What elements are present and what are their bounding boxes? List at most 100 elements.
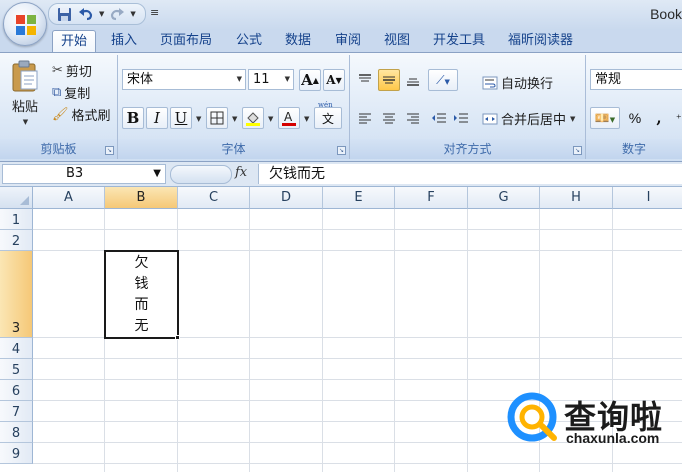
formula-input[interactable]: 欠钱而无 bbox=[258, 164, 682, 184]
align-center-button[interactable] bbox=[378, 107, 400, 129]
align-left-button[interactable] bbox=[354, 107, 376, 129]
customize-toolbar-icon[interactable]: ≡ bbox=[150, 6, 159, 19]
underline-button[interactable]: U bbox=[170, 107, 192, 129]
chevron-down-icon[interactable]: ▼ bbox=[153, 165, 161, 183]
quick-access-toolbar: ▼ ▼ bbox=[48, 3, 146, 25]
formula-bar: B3 ▼ fx 欠钱而无 bbox=[0, 162, 682, 187]
tab-formulas[interactable]: 公式 bbox=[228, 30, 270, 52]
borders-button[interactable] bbox=[206, 107, 228, 129]
paste-button[interactable]: 粘贴 ▼ bbox=[6, 59, 44, 126]
tab-developer[interactable]: 开发工具 bbox=[425, 30, 493, 52]
increase-decimal-button[interactable]: ⁺₀ bbox=[670, 107, 682, 129]
row-header-5[interactable]: 5 bbox=[0, 359, 33, 380]
tab-foxit-reader[interactable]: 福昕阅读器 bbox=[500, 30, 581, 52]
decrease-indent-button[interactable] bbox=[428, 107, 450, 129]
cell-char: 而 bbox=[134, 296, 149, 313]
brush-icon: 🖌 bbox=[52, 107, 69, 122]
font-name-select[interactable]: 宋体 ▼ bbox=[122, 69, 246, 90]
active-cell-b3[interactable]: 欠 钱 而 无 bbox=[104, 250, 179, 339]
align-middle-icon bbox=[383, 76, 395, 84]
row-header-9[interactable]: 9 bbox=[0, 443, 33, 464]
office-button[interactable] bbox=[3, 2, 47, 46]
font-size-select[interactable]: 11 ▼ bbox=[248, 69, 294, 90]
font-color-button[interactable]: A bbox=[278, 107, 300, 129]
align-top-button[interactable] bbox=[354, 69, 376, 91]
phonetic-button[interactable]: wén 文 bbox=[314, 101, 342, 129]
italic-button[interactable]: I bbox=[146, 107, 168, 129]
fill-color-button[interactable] bbox=[242, 107, 264, 129]
alignment-launcher-icon[interactable]: ↘ bbox=[573, 146, 582, 155]
fill-handle[interactable] bbox=[175, 335, 180, 340]
merge-center-button[interactable]: 合并后居中 ▼ bbox=[482, 109, 575, 128]
tab-view[interactable]: 视图 bbox=[376, 30, 418, 52]
cut-button[interactable]: ✂ 剪切 bbox=[52, 61, 92, 80]
tab-review[interactable]: 审阅 bbox=[327, 30, 369, 52]
clipboard-launcher-icon[interactable]: ↘ bbox=[105, 146, 114, 155]
bold-button[interactable]: B bbox=[122, 107, 144, 129]
column-header-f[interactable]: F bbox=[395, 187, 468, 209]
font-group-label: 字体 bbox=[118, 139, 349, 159]
select-all-button[interactable] bbox=[0, 187, 33, 209]
gridline bbox=[394, 209, 395, 472]
row-header-6[interactable]: 6 bbox=[0, 380, 33, 401]
comma-button[interactable]: , bbox=[648, 107, 670, 129]
row-header-1[interactable]: 1 bbox=[0, 209, 33, 230]
row-header-2[interactable]: 2 bbox=[0, 230, 33, 251]
insert-function-icon[interactable]: fx bbox=[235, 165, 247, 180]
cell-char: 欠 bbox=[134, 254, 149, 271]
tab-home[interactable]: 开始 bbox=[52, 30, 97, 52]
column-header-i[interactable]: I bbox=[613, 187, 682, 209]
font-color-dropdown-icon[interactable]: ▼ bbox=[304, 115, 309, 123]
shrink-font-button[interactable]: A ▼ bbox=[323, 69, 345, 91]
formula-bar-splitter[interactable] bbox=[170, 165, 232, 184]
undo-dropdown-icon[interactable]: ▼ bbox=[99, 10, 104, 18]
column-header-c[interactable]: C bbox=[178, 187, 250, 209]
column-header-g[interactable]: G bbox=[468, 187, 540, 209]
name-box[interactable]: B3 ▼ bbox=[2, 164, 166, 184]
tab-page-layout[interactable]: 页面布局 bbox=[152, 30, 220, 52]
currency-button[interactable]: 💴▼ bbox=[590, 107, 620, 129]
wrap-text-button[interactable]: 自动换行 bbox=[482, 73, 553, 92]
tab-insert[interactable]: 插入 bbox=[103, 30, 145, 52]
row-header-7[interactable]: 7 bbox=[0, 401, 33, 422]
increase-indent-icon bbox=[454, 113, 468, 123]
bold-label: B bbox=[126, 109, 140, 127]
increase-indent-button[interactable] bbox=[450, 107, 472, 129]
underline-dropdown-icon[interactable]: ▼ bbox=[196, 115, 201, 123]
increase-decimal-icon: ⁺₀ bbox=[675, 111, 682, 125]
format-painter-button[interactable]: 🖌 格式刷 bbox=[52, 105, 111, 124]
percent-button[interactable]: % bbox=[624, 107, 646, 129]
font-name-value: 宋体 bbox=[127, 72, 154, 87]
wrap-text-label: 自动换行 bbox=[501, 77, 554, 92]
borders-dropdown-icon[interactable]: ▼ bbox=[232, 115, 237, 123]
redo-dropdown-icon[interactable]: ▼ bbox=[130, 10, 135, 18]
font-launcher-icon[interactable]: ↘ bbox=[337, 146, 346, 155]
redo-icon[interactable] bbox=[108, 5, 126, 23]
column-header-h[interactable]: H bbox=[540, 187, 613, 209]
fill-color-dropdown-icon[interactable]: ▼ bbox=[268, 115, 273, 123]
align-middle-button[interactable] bbox=[378, 69, 400, 91]
row-header-8[interactable]: 8 bbox=[0, 422, 33, 443]
align-center-icon bbox=[383, 113, 395, 124]
row-header-3[interactable]: 3 bbox=[0, 251, 33, 338]
number-format-select[interactable]: 常规 bbox=[590, 69, 682, 90]
column-header-d[interactable]: D bbox=[250, 187, 323, 209]
copy-button[interactable]: ⧉ 复制 bbox=[52, 83, 90, 102]
column-header-b[interactable]: B bbox=[105, 187, 178, 209]
excel-window: ▼ ▼ ≡ Book 开始 插入 页面布局 公式 数据 审阅 视图 开发工具 福… bbox=[0, 0, 682, 472]
save-icon[interactable] bbox=[55, 5, 73, 23]
paste-dropdown-icon[interactable]: ▼ bbox=[23, 118, 28, 126]
font-color-icon: A bbox=[282, 110, 296, 126]
title-bar: ▼ ▼ ≡ Book bbox=[0, 0, 682, 30]
undo-icon[interactable] bbox=[77, 5, 95, 23]
row-header-4[interactable]: 4 bbox=[0, 338, 33, 359]
grow-font-button[interactable]: A ▲ bbox=[299, 69, 321, 91]
column-header-e[interactable]: E bbox=[323, 187, 395, 209]
align-bottom-button[interactable] bbox=[402, 69, 424, 91]
align-right-button[interactable] bbox=[402, 107, 424, 129]
tab-data[interactable]: 数据 bbox=[277, 30, 319, 52]
merge-dropdown-icon[interactable]: ▼ bbox=[570, 115, 575, 123]
column-header-a[interactable]: A bbox=[33, 187, 105, 209]
orientation-button[interactable]: ⟋▼ bbox=[428, 69, 458, 91]
watermark: 查询啦 chaxunla.com bbox=[506, 390, 682, 452]
